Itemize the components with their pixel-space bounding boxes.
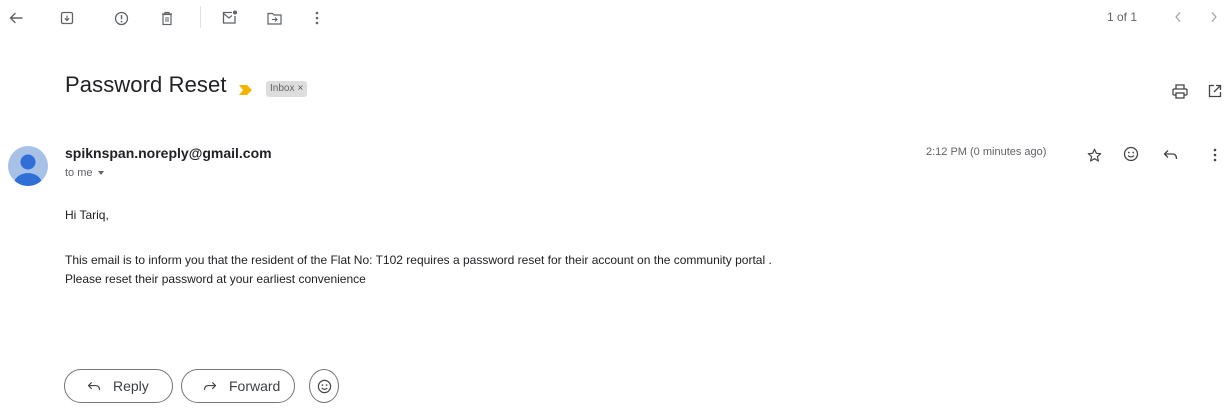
forward-button[interactable]: Forward bbox=[181, 369, 295, 403]
reply-icon bbox=[87, 381, 101, 392]
recipient-text: to me bbox=[65, 167, 93, 179]
delete-icon[interactable] bbox=[155, 6, 179, 30]
print-icon[interactable] bbox=[1168, 79, 1192, 103]
inbox-label-chip: Inbox × bbox=[266, 81, 308, 97]
emoji-react-icon bbox=[317, 379, 332, 394]
back-arrow-icon[interactable] bbox=[4, 6, 28, 30]
importance-marker-icon[interactable] bbox=[234, 80, 256, 100]
emoji-react-icon[interactable] bbox=[1120, 143, 1142, 165]
more-vert-icon[interactable] bbox=[305, 6, 329, 30]
reply-button[interactable]: Reply bbox=[64, 369, 173, 403]
star-icon[interactable] bbox=[1083, 144, 1105, 166]
open-in-new-window-icon[interactable] bbox=[1203, 79, 1227, 103]
sender-email[interactable]: spiknspan.noreply@gmail.com bbox=[65, 145, 272, 161]
more-vert-icon[interactable] bbox=[1204, 144, 1226, 166]
remove-label-button[interactable]: × bbox=[297, 81, 303, 97]
reply-icon[interactable] bbox=[1159, 144, 1181, 166]
email-timestamp: 2:12 PM (0 minutes ago) bbox=[926, 146, 1047, 158]
report-spam-icon[interactable] bbox=[109, 6, 133, 30]
forward-button-label: Forward bbox=[229, 378, 281, 394]
email-subject: Password Reset bbox=[65, 72, 227, 97]
chevron-right-icon[interactable] bbox=[1204, 7, 1224, 27]
chevron-left-icon[interactable] bbox=[1168, 7, 1188, 27]
pager-text: 1 of 1 bbox=[1107, 10, 1138, 24]
person-icon bbox=[14, 154, 42, 186]
reply-button-label: Reply bbox=[113, 378, 149, 394]
move-to-icon[interactable] bbox=[262, 6, 286, 30]
caret-down-icon[interactable] bbox=[97, 170, 105, 176]
inbox-label-text: Inbox bbox=[270, 83, 295, 94]
forward-icon bbox=[203, 381, 217, 392]
recipient-details[interactable]: to me bbox=[65, 167, 105, 179]
email-greeting: Hi Tariq, bbox=[65, 208, 109, 222]
sender-avatar[interactable] bbox=[8, 146, 48, 186]
toolbar-separator bbox=[200, 6, 201, 28]
email-body-line: Please reset their password at your earl… bbox=[65, 272, 366, 286]
archive-icon[interactable] bbox=[55, 6, 79, 30]
mark-unread-icon[interactable] bbox=[218, 5, 242, 29]
email-body-line: This email is to inform you that the res… bbox=[65, 253, 772, 267]
emoji-react-button[interactable] bbox=[309, 369, 339, 403]
